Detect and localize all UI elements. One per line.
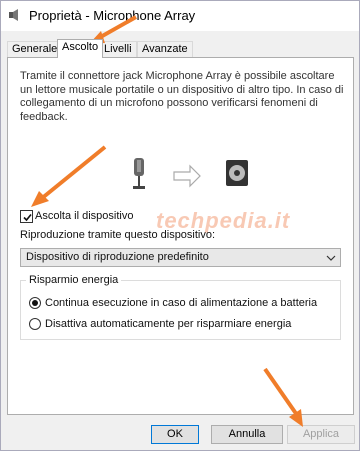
title-bar: Proprietà - Microphone Array xyxy=(1,1,359,31)
radio-continue-label: Continua esecuzione in caso di alimentaz… xyxy=(45,297,318,309)
listen-illustration xyxy=(133,158,248,189)
listen-description: Tramite il connettore jack Microphone Ar… xyxy=(20,70,344,123)
annotation-arrow-apply xyxy=(263,367,303,427)
watermark: techpedia.it xyxy=(156,208,291,233)
speaker-icon xyxy=(9,9,18,21)
playback-device-value: Dispositivo di riproduzione predefinito xyxy=(26,251,209,263)
playback-device-select[interactable]: Dispositivo di riproduzione predefinito xyxy=(20,248,341,267)
power-saving-group: Risparmio energia Continua esecuzione in… xyxy=(20,274,341,340)
tab-generale[interactable]: Generale xyxy=(7,41,63,57)
arrow-right-icon xyxy=(173,164,201,188)
speaker-icon xyxy=(226,160,248,186)
ok-button[interactable]: OK xyxy=(151,425,199,444)
radio-disable[interactable] xyxy=(29,318,41,330)
tab-avanzate[interactable]: Avanzate xyxy=(137,41,193,57)
chevron-down-icon xyxy=(326,255,336,261)
listen-panel: Tramite il connettore jack Microphone Ar… xyxy=(7,57,354,415)
tab-ascolto[interactable]: Ascolto xyxy=(57,39,104,58)
radio-continue[interactable] xyxy=(29,297,41,309)
microphone-icon xyxy=(133,158,145,189)
annotation-arrow-checkbox xyxy=(31,145,107,207)
properties-dialog: Proprietà - Microphone Array Generale As… xyxy=(0,0,360,451)
power-group-title: Risparmio energia xyxy=(26,274,122,286)
radio-disable-label: Disattiva automaticamente per risparmiar… xyxy=(45,318,292,330)
